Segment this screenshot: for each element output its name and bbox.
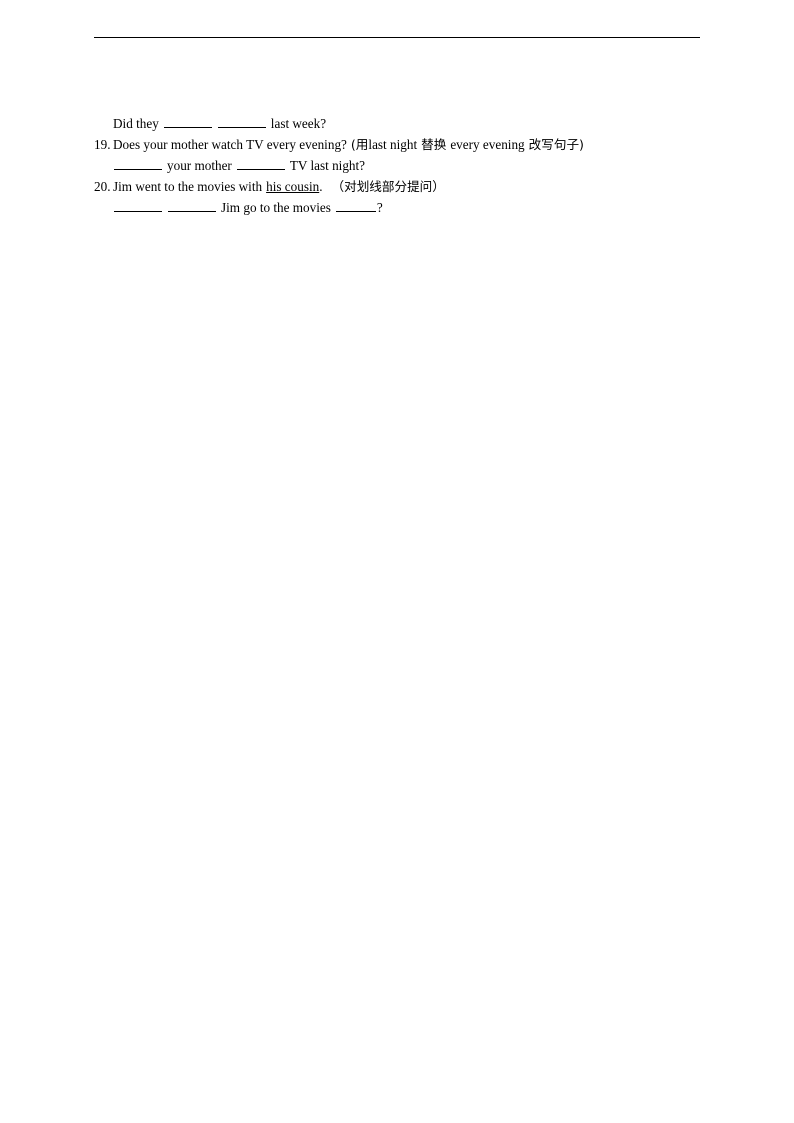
exercise-item-19-answer: your mother TV last night? [94, 155, 734, 176]
fill-blank[interactable] [236, 157, 285, 170]
item-20-answer-mid: Jim go to the movies [221, 200, 331, 215]
item-19-answer-tail: TV last night? [289, 158, 366, 173]
item-number: 20. [94, 179, 111, 194]
item-19-instruction-open: (用 [350, 137, 369, 152]
exercise-item-19-prompt: 19. Does your mother watch TV every eveni… [94, 134, 734, 155]
item-number: 19. [94, 137, 111, 152]
item-20-period: . [319, 179, 323, 194]
carryover-answer-line: Did they last week? [94, 113, 734, 134]
header-rule [94, 37, 700, 38]
item-19-instruction-term2: every evening [450, 137, 525, 152]
item-20-instruction: （对划线部分提问） [331, 179, 445, 194]
fill-blank[interactable] [335, 199, 376, 212]
item-19-prompt-text: Does your mother watch TV every evening? [113, 137, 347, 152]
item-20-underlined-phrase: his cousin [266, 179, 320, 194]
fill-blank[interactable] [163, 115, 212, 128]
carryover-text-before: Did they [113, 116, 159, 131]
item-19-instruction-mid: 替换 [421, 137, 447, 152]
fill-blank[interactable] [168, 199, 216, 212]
fill-blank[interactable] [114, 199, 162, 212]
exercise-item-20-answer: Jim go to the movies? [94, 197, 734, 218]
item-19-answer-mid: your mother [167, 158, 232, 173]
document-page: Did they last week? 19. Does your mother w… [0, 0, 794, 1123]
fill-blank[interactable] [217, 115, 266, 128]
item-19-instruction-tail: 改写句子) [528, 137, 584, 152]
item-20-prompt-before: Jim went to the movies with [113, 179, 263, 194]
carryover-text-after: last week? [270, 116, 327, 131]
item-19-instruction-term1: last night [368, 137, 418, 152]
item-20-answer-tail: ? [376, 200, 383, 215]
exercise-item-20-prompt: 20. Jim went to the movies with his cousin… [94, 176, 734, 197]
exercise-content: Did they last week? 19. Does your mother w… [94, 113, 734, 218]
fill-blank[interactable] [114, 157, 162, 170]
